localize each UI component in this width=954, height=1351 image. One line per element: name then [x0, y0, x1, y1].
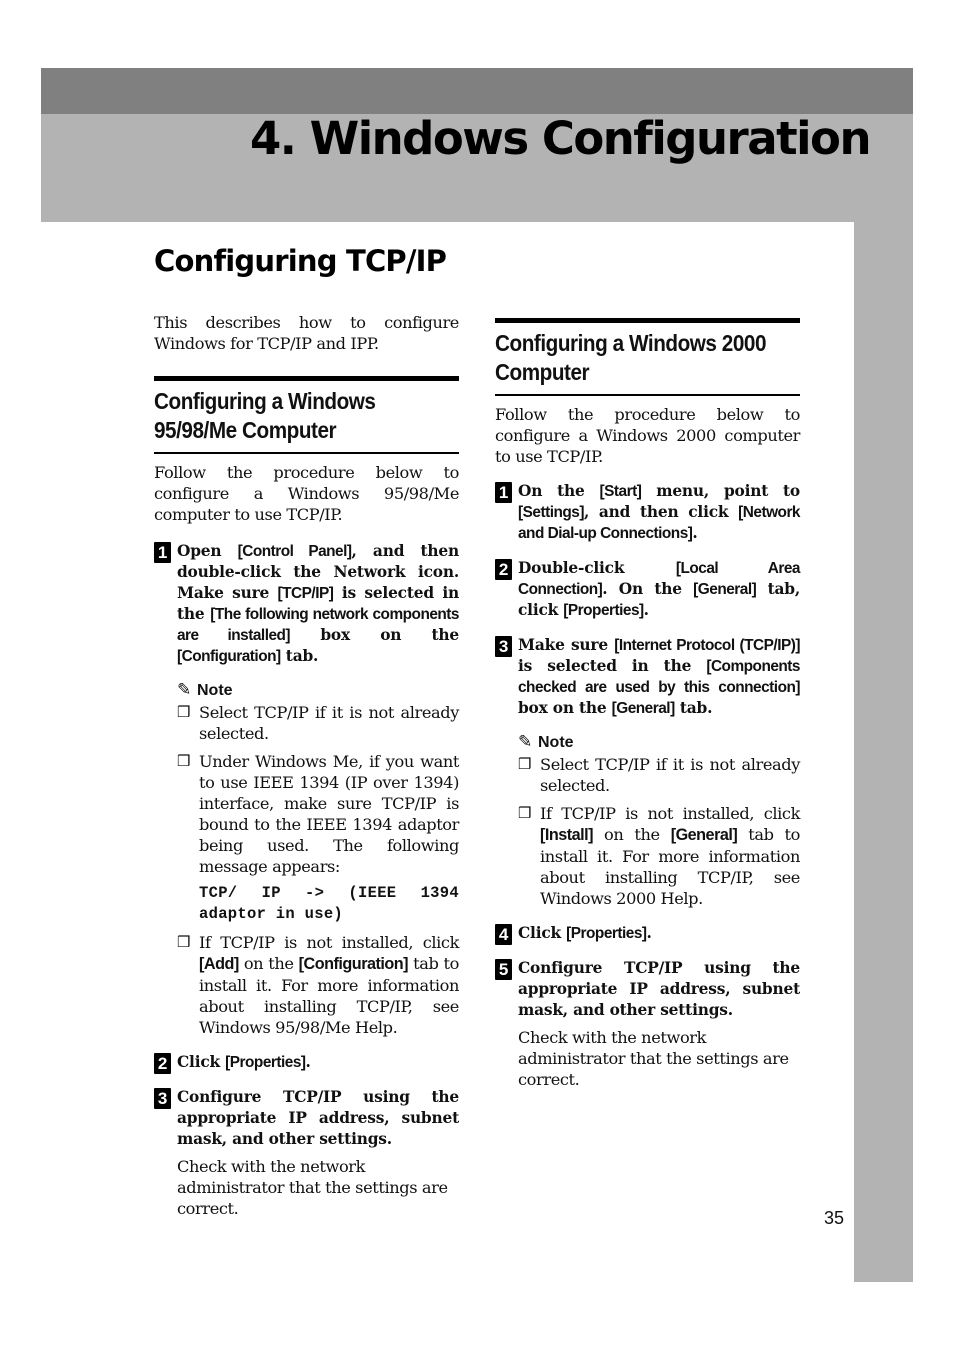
right-column: Configuring a Windows 2000 Computer Foll… — [495, 318, 801, 1090]
win9x-step-3: 3 Configure TCP/IP using the appropriate… — [154, 1087, 459, 1150]
code-message: TCP/ IP -> (IEEE 1394 adaptor in use) — [199, 884, 459, 923]
step-number-icon: 2 — [154, 1053, 171, 1074]
side-tab-strip — [854, 222, 913, 1282]
checkbox-bullet-icon: ❒ — [518, 755, 532, 773]
pencil-icon: ✎ — [177, 680, 192, 699]
note-item: ❒ Select TCP/IP if it is not already sele… — [177, 703, 459, 743]
checkbox-bullet-icon: ❒ — [518, 804, 532, 822]
section-intro: This describes how to configure Windows … — [154, 313, 459, 353]
step-number-icon: 3 — [495, 636, 512, 657]
page-number: 35 — [824, 1208, 845, 1228]
win2000-step-2: 2 Double-click [Local Area Connection]. … — [495, 558, 801, 621]
win9x-intro: Follow the procedure below to configure … — [154, 463, 459, 524]
note-heading: ✎ Note — [518, 732, 574, 751]
win2000-step-3: 3 Make sure [Internet Protocol (TCP/IP)]… — [495, 635, 801, 719]
win2000-step-5: 5 Configure TCP/IP using the appropriate… — [495, 958, 800, 1021]
win2000-heading: Configuring a Windows 2000 Computer — [495, 318, 800, 396]
step-number-icon: 5 — [495, 959, 512, 980]
header-band-dark — [41, 68, 913, 114]
win2000-intro: Follow the procedure below to configure … — [495, 405, 800, 466]
win9x-heading: Configuring a Windows 95/98/Me Computer — [154, 376, 459, 454]
win2000-step-1: 1 On the [Start] menu, point to [Setting… — [495, 481, 801, 544]
pencil-icon: ✎ — [518, 732, 533, 751]
step-number-icon: 1 — [154, 542, 171, 563]
win9x-check-text: Check with the network administrator tha… — [177, 1157, 448, 1218]
win9x-step-2: 2 Click [Properties]. — [154, 1052, 459, 1074]
note-item: ❒ Select TCP/IP if it is not already sele… — [518, 755, 800, 795]
note-item: ❒ If TCP/IP is not installed, click [Inst… — [518, 804, 800, 908]
step-number-icon: 4 — [495, 924, 512, 945]
note-item: ❒ If TCP/IP is not installed, click [Add]… — [177, 933, 459, 1037]
section-title: Configuring TCP/IP — [154, 244, 447, 278]
note-item: ❒ Under Windows Me, if you want to use IE… — [177, 752, 459, 923]
left-column: This describes how to configure Windows … — [154, 312, 460, 1219]
checkbox-bullet-icon: ❒ — [177, 933, 191, 951]
checkbox-bullet-icon: ❒ — [177, 752, 191, 770]
step-number-icon: 1 — [495, 482, 512, 503]
chapter-title: 4. Windows Configuration — [250, 112, 872, 165]
win9x-step-1: 1 Open [Control Panel], and then double-… — [154, 541, 460, 667]
step-number-icon: 3 — [154, 1088, 171, 1109]
note-heading: ✎ Note — [177, 680, 233, 699]
step-number-icon: 2 — [495, 559, 512, 580]
win2000-note: ✎ Note ❒ Select TCP/IP if it is not alread… — [518, 731, 800, 909]
win2000-step-4: 4 Click [Properties]. — [495, 923, 800, 945]
win2000-check-text: Check with the network administrator tha… — [518, 1028, 789, 1089]
win9x-note: ✎ Note ❒ Select TCP/IP if it is not alread… — [177, 679, 459, 1038]
checkbox-bullet-icon: ❒ — [177, 703, 191, 721]
